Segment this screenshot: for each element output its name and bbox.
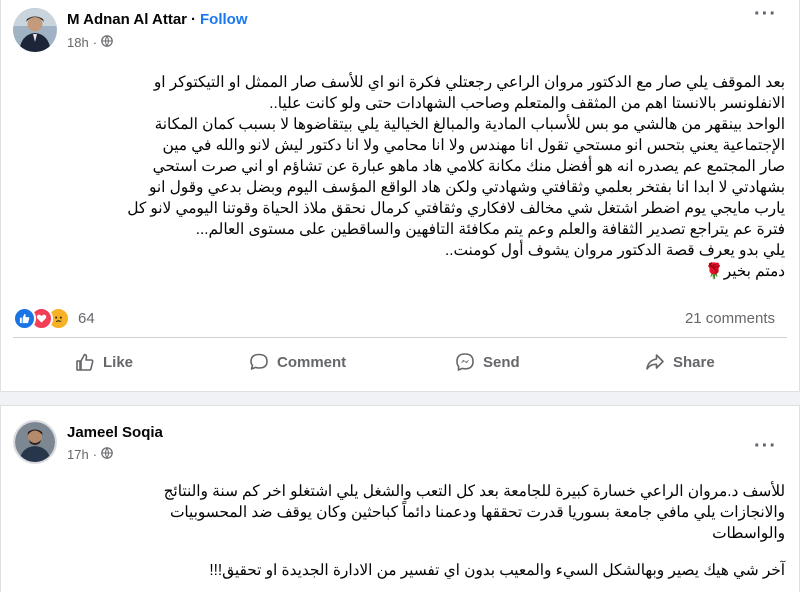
globe-icon bbox=[101, 447, 113, 462]
reaction-count[interactable]: 64 bbox=[78, 310, 95, 327]
messenger-icon bbox=[455, 352, 475, 372]
share-button[interactable]: Share bbox=[645, 352, 715, 372]
post-text-line: بعد الموقف يلي صار مع الدكتور مروان الرا… bbox=[153, 74, 785, 91]
comment-card: Jameel Soqia 17h · ··· للأسف د.مروان الر… bbox=[0, 405, 800, 592]
like-button[interactable]: Like bbox=[75, 352, 133, 372]
author-avatar[interactable] bbox=[13, 8, 57, 52]
comment-button[interactable]: Comment bbox=[249, 352, 346, 372]
post-text-line: الإجتماعية يعني بتحس انو مستحي تقول انا … bbox=[162, 137, 785, 154]
comment-text-line: آخر شي هيك يصير وبهالشكل السيء والمعيب ب… bbox=[209, 562, 785, 579]
follow-button[interactable]: Follow bbox=[200, 11, 248, 28]
comment-label: Comment bbox=[277, 353, 347, 371]
reaction-summary[interactable]: 64 bbox=[13, 307, 95, 330]
globe-icon bbox=[101, 35, 113, 50]
comment-bubble-icon bbox=[249, 352, 269, 372]
post-text-line: يارب مايجي يوم اضطر اشتغل شي مخالف لافكا… bbox=[127, 200, 785, 217]
author-name[interactable]: M Adnan Al Attar bbox=[67, 11, 187, 28]
comments-count[interactable]: 21 comments bbox=[685, 310, 775, 327]
send-button[interactable]: Send bbox=[455, 352, 520, 372]
comment-text-line: والانجازات يلي مافي جامعة بسوريا قدرت تح… bbox=[169, 504, 785, 521]
post-text-line: فترة عم يتراجع تصدير الثقافة والعلم وعم … bbox=[195, 221, 785, 238]
divider bbox=[13, 337, 787, 338]
post-text-line: بشهادتي لا ابدا انا بفتخر بعلمي وثقافتي … bbox=[149, 179, 785, 196]
like-label: Like bbox=[103, 353, 134, 371]
send-label: Send bbox=[483, 353, 520, 371]
post-text-line: الواحد بينقهر من هالشي مو بس للأسباب الم… bbox=[154, 116, 785, 133]
post-text-line: الانفلونسر بالانستا اهم من المثقف والمتع… bbox=[269, 95, 785, 112]
like-reaction-icon bbox=[13, 307, 36, 330]
post-options-icon[interactable]: ··· bbox=[754, 4, 777, 24]
comment-text-line: والواسطات bbox=[712, 525, 785, 542]
separator-dot: · bbox=[191, 11, 196, 28]
share-label: Share bbox=[673, 353, 715, 371]
commenter-avatar[interactable] bbox=[13, 420, 57, 464]
share-arrow-icon bbox=[645, 352, 665, 372]
comment-body: للأسف د.مروان الراعي خسارة كبيرة للجامعة… bbox=[15, 481, 785, 581]
post-text-line: صار المجتمع عم يصدره انه هو أفضل منك مكا… bbox=[152, 158, 785, 175]
comment-options-icon[interactable]: ··· bbox=[754, 436, 777, 456]
commenter-name[interactable]: Jameel Soqia bbox=[67, 424, 163, 441]
post-timestamp[interactable]: 18h bbox=[67, 35, 89, 50]
post-body: بعد الموقف يلي صار مع الدكتور مروان الرا… bbox=[15, 72, 785, 282]
thumbs-up-icon bbox=[75, 352, 95, 372]
post-card: M Adnan Al Attar · Follow 18h · ··· بعد ال… bbox=[0, 0, 800, 392]
post-text-line: دمتم بخير🌹 bbox=[704, 263, 785, 280]
comment-timestamp[interactable]: 17h bbox=[67, 447, 89, 462]
post-text-line: يلي بدو يعرف قصة الدكتور مروان يشوف أول … bbox=[444, 242, 785, 259]
comment-text-line: للأسف د.مروان الراعي خسارة كبيرة للجامعة… bbox=[163, 483, 785, 500]
